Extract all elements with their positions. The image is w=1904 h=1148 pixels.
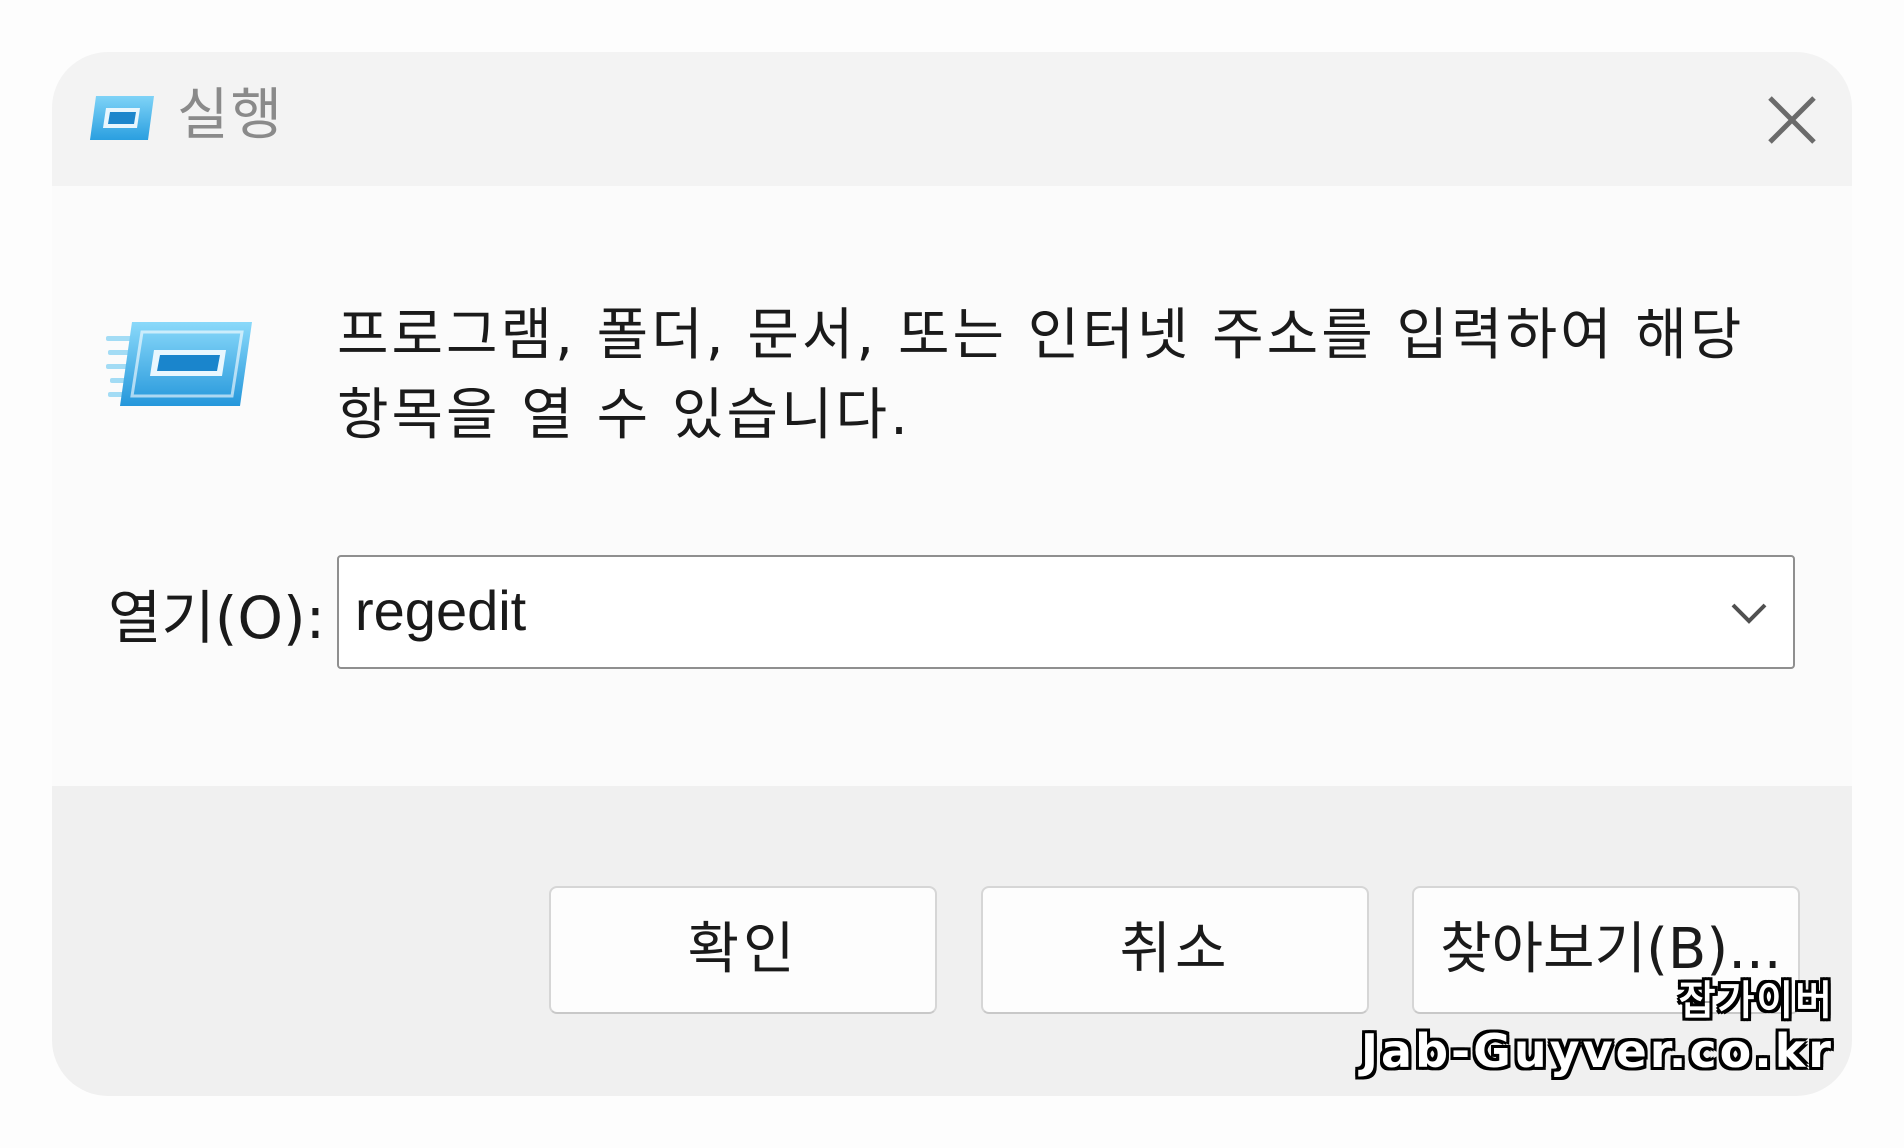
run-app-icon bbox=[106, 316, 252, 412]
window-title: 실행 bbox=[177, 83, 285, 148]
dropdown-button[interactable] bbox=[1727, 593, 1771, 633]
close-button[interactable] bbox=[1752, 80, 1832, 160]
dialog-body: 프로그램, 폴더, 문서, 또는 인터넷 주소를 입력하여 해당 항목을 열 수… bbox=[52, 186, 1852, 786]
open-label: 열기(O): bbox=[108, 584, 326, 652]
run-app-icon bbox=[86, 90, 156, 146]
ok-button[interactable]: 확인 bbox=[549, 886, 937, 1014]
title-bar[interactable]: 실행 bbox=[52, 52, 1852, 186]
close-icon bbox=[1768, 96, 1816, 144]
open-combobox[interactable] bbox=[337, 555, 1795, 669]
cancel-button[interactable]: 취소 bbox=[981, 886, 1369, 1014]
watermark-korean: 잡가이버 bbox=[1678, 978, 1834, 1024]
description-text: 프로그램, 폴더, 문서, 또는 인터넷 주소를 입력하여 해당 항목을 열 수… bbox=[337, 303, 1745, 448]
chevron-down-icon bbox=[1731, 603, 1767, 624]
open-input[interactable] bbox=[355, 571, 1655, 651]
watermark-url: Jab-Guyver.co.kr bbox=[1360, 1024, 1834, 1078]
watermark: 잡가이버 Jab-Guyver.co.kr bbox=[1361, 978, 1834, 1078]
run-dialog: 실행 프로그램, 폴더, 문서, 또는 인터넷 주소를 입력하여 해당 항목을 … bbox=[52, 52, 1852, 1096]
